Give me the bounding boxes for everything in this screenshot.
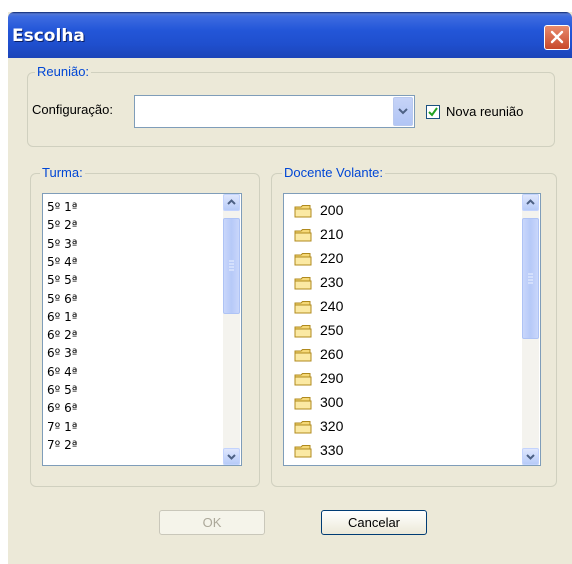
turma-list-item[interactable]: 5º 3ª xyxy=(47,237,77,251)
configuracao-combo[interactable] xyxy=(134,95,415,128)
turma-list-item[interactable]: 6º 3ª xyxy=(47,346,77,360)
reuniao-legend: Reunião: xyxy=(35,64,92,80)
folder-icon xyxy=(294,421,312,434)
folder-icon xyxy=(294,277,312,290)
docente-list-item[interactable]: 290 xyxy=(320,370,343,386)
docente-list[interactable]: 200210220230240250260290300320330350 xyxy=(283,193,541,466)
nova-reuniao-label[interactable]: Nova reunião xyxy=(446,104,523,119)
cancel-button[interactable]: Cancelar xyxy=(321,510,427,535)
grip-icon xyxy=(229,260,234,271)
turma-list-item[interactable]: 6º 5ª xyxy=(47,383,77,397)
docente-list-item[interactable]: 300 xyxy=(320,394,343,410)
turma-list-item[interactable]: 5º 5ª xyxy=(47,273,77,287)
docente-list-item[interactable]: 210 xyxy=(320,226,343,242)
docente-scroll-thumb[interactable] xyxy=(522,218,539,339)
docente-scroll-down-button[interactable] xyxy=(522,448,539,465)
chevron-up-icon xyxy=(227,199,236,205)
turma-list-item[interactable]: 6º 2ª xyxy=(47,328,77,342)
turma-list-item[interactable]: 7º 2ª xyxy=(47,438,77,452)
turma-list-item[interactable]: 6º 1ª xyxy=(47,310,77,324)
window-title: Escolha xyxy=(12,26,85,46)
chevron-down-icon xyxy=(526,454,535,460)
turma-scroll-up-button[interactable] xyxy=(223,194,240,211)
turma-list-item[interactable]: 6º 6ª xyxy=(47,401,77,415)
turma-scrollbar[interactable] xyxy=(223,194,240,465)
turma-list-item[interactable]: 5º 1ª xyxy=(47,200,77,214)
folder-icon xyxy=(294,373,312,386)
turma-legend: Turma: xyxy=(40,165,85,181)
nova-reuniao-checkbox[interactable] xyxy=(426,105,440,119)
grip-icon xyxy=(528,273,533,284)
docente-scroll-up-button[interactable] xyxy=(522,194,539,211)
docente-list-item[interactable]: 220 xyxy=(320,250,343,266)
docente-legend: Docente Volante: xyxy=(282,165,386,181)
folder-icon xyxy=(294,349,312,362)
docente-list-item[interactable]: 320 xyxy=(320,418,343,434)
turma-list-item[interactable]: 5º 2ª xyxy=(47,218,77,232)
docente-list-item[interactable]: 330 xyxy=(320,442,343,458)
turma-list-item[interactable]: 6º 4ª xyxy=(47,365,77,379)
chevron-down-icon xyxy=(227,454,236,460)
title-bar[interactable]: Escolha xyxy=(8,12,572,58)
chevron-down-icon xyxy=(398,108,408,115)
folder-icon xyxy=(294,229,312,242)
folder-icon xyxy=(294,253,312,266)
ok-button[interactable]: OK xyxy=(159,510,265,535)
turma-list-item[interactable]: 5º 4ª xyxy=(47,255,77,269)
configuracao-label: Configuração: xyxy=(32,102,113,117)
docente-list-item[interactable]: 230 xyxy=(320,274,343,290)
folder-icon xyxy=(294,397,312,410)
docente-list-item[interactable]: 240 xyxy=(320,298,343,314)
docente-list-item[interactable]: 200 xyxy=(320,202,343,218)
folder-icon xyxy=(294,301,312,314)
close-icon xyxy=(550,30,564,44)
check-icon xyxy=(428,107,438,117)
turma-scroll-thumb[interactable] xyxy=(223,218,240,314)
docente-list-item[interactable]: 250 xyxy=(320,322,343,338)
folder-icon xyxy=(294,205,312,218)
close-button[interactable] xyxy=(544,25,570,50)
docente-list-item[interactable]: 260 xyxy=(320,346,343,362)
turma-scroll-down-button[interactable] xyxy=(223,448,240,465)
chevron-up-icon xyxy=(526,199,535,205)
configuracao-dropdown-button[interactable] xyxy=(393,97,413,126)
turma-list-item[interactable]: 5º 6ª xyxy=(47,292,77,306)
docente-scrollbar[interactable] xyxy=(522,194,539,465)
folder-icon xyxy=(294,325,312,338)
turma-list[interactable]: 5º 1ª 5º 2ª 5º 3ª 5º 4ª 5º 5ª 5º 6ª 6º 1ª 6º 2ª… xyxy=(42,193,242,466)
dialog-window: Escolha Reunião: Configuração: Nova reun… xyxy=(8,12,572,564)
folder-icon xyxy=(294,445,312,458)
turma-list-item[interactable]: 7º 1ª xyxy=(47,420,77,434)
